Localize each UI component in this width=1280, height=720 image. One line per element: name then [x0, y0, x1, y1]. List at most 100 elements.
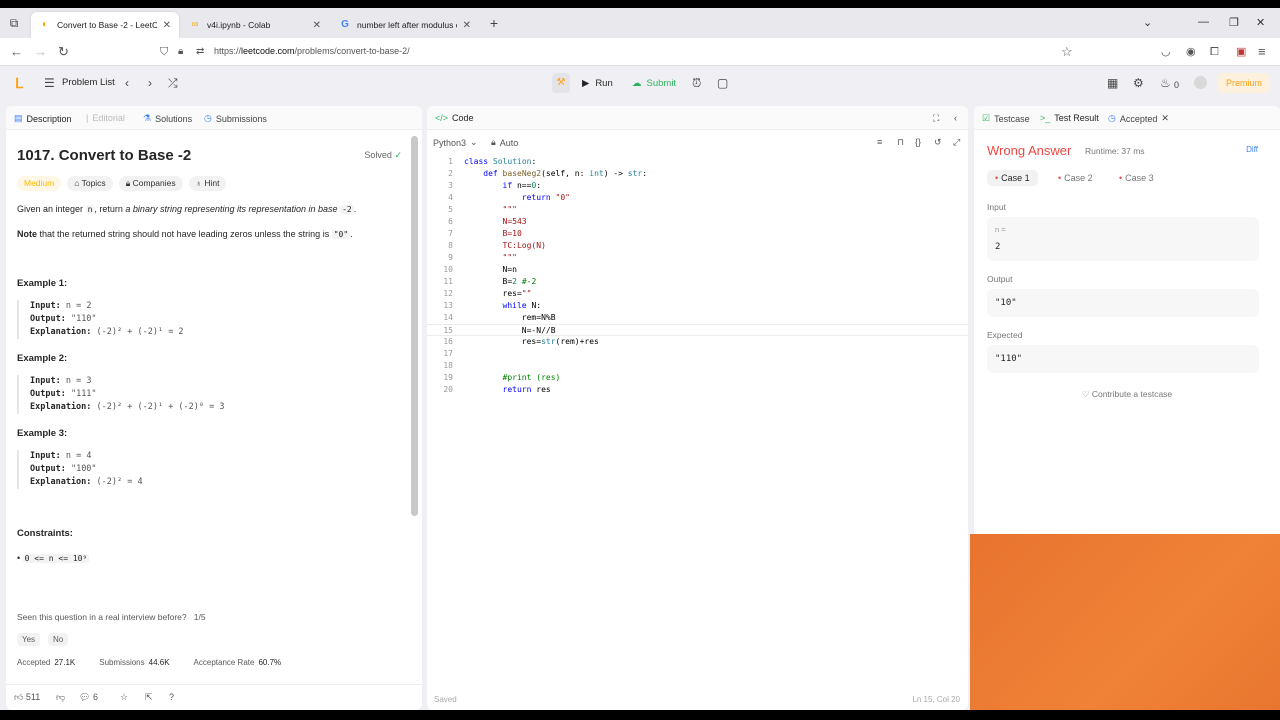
reload-icon[interactable]: ↻ [58, 44, 69, 60]
hint-tag[interactable]: ♁ Hint [188, 176, 227, 191]
submit-button[interactable]: ☁ Submit [626, 73, 682, 93]
diff-toggle[interactable]: Diff [1246, 145, 1258, 154]
cursor-position: Ln 15, Col 20 [912, 695, 960, 704]
line-number: 4 [448, 193, 453, 202]
description-tab-bar: ▤ Description | Editorial ⚗ Solutions ◷ … [6, 106, 422, 130]
share-icon[interactable]: ⇱ [145, 692, 153, 703]
like-button[interactable]: 👍︎ 511 [14, 692, 40, 703]
debugger-icon[interactable]: ⚒ [552, 73, 570, 93]
close-tab-icon[interactable]: ✕ [463, 20, 471, 31]
close-tab-icon[interactable]: ✕ [313, 20, 321, 31]
layout-icon[interactable]: ▦ [1107, 76, 1118, 90]
braces-icon[interactable]: {} [915, 137, 921, 147]
code-line: 14 rem=N%B [427, 312, 968, 324]
tab-accepted[interactable]: ◷ Accepted ✕ [1108, 113, 1169, 124]
format-icon[interactable]: ≡ [877, 137, 882, 147]
auto-mode-toggle[interactable]: 🔒︎ Auto [491, 137, 518, 148]
close-tab-icon[interactable]: ✕ [1161, 113, 1169, 124]
leetcode-logo-icon[interactable]: ᒪ [15, 76, 23, 90]
code-brackets-icon: </> [435, 113, 449, 123]
line-text: N=n [464, 265, 517, 274]
notes-icon[interactable]: ▢ [717, 76, 728, 90]
line-text: #print (res) [464, 373, 561, 382]
timer-icon[interactable]: ⏰︎ [692, 76, 701, 90]
tab-overview-icon[interactable]: ⧉ [6, 15, 22, 31]
line-text: while N: [502, 301, 542, 310]
maximize-icon[interactable]: ⛶ [933, 113, 939, 124]
pocket-icon[interactable]: ◡ [1161, 44, 1171, 60]
extension-icon[interactable]: ▣ [1236, 44, 1246, 60]
tab-submissions[interactable]: ◷ Submissions [204, 113, 267, 124]
case-tab-3[interactable]: • Case 3 [1111, 170, 1162, 186]
settings-gear-icon[interactable]: ⚙ [1133, 76, 1144, 90]
interview-question: Seen this question in a real interview b… [17, 612, 206, 622]
line-number: 19 [443, 373, 453, 382]
code-line: 19 #print (res) [427, 372, 968, 384]
close-window-icon[interactable]: ✕ [1256, 16, 1265, 29]
url-field[interactable]: https://leetcode.com/problems/convert-to… [214, 46, 410, 56]
favorite-star-icon[interactable]: ☆ [120, 692, 128, 703]
companies-tag[interactable]: 🔒︎ Companies [118, 176, 183, 191]
example-output: "111" [70, 389, 97, 399]
new-tab-icon[interactable]: + [486, 15, 502, 31]
output-label: Output [987, 274, 1013, 284]
tab-list-chevron-icon[interactable]: ⌄ [1143, 16, 1152, 29]
case-tab-2[interactable]: • Case 2 [1050, 170, 1101, 186]
topics-tag[interactable]: ⌂ Topics [67, 176, 113, 191]
tab-test-result[interactable]: >_ Test Result [1040, 113, 1099, 123]
expected-value: "110" [995, 354, 1023, 364]
browser-tab-google[interactable]: G number left after modulus calc ✕ [331, 12, 479, 38]
bookmark-star-icon[interactable]: ☆ [1061, 44, 1073, 60]
tab-solutions[interactable]: ⚗ Solutions [143, 113, 192, 124]
expected-label: Expected [987, 330, 1023, 340]
code-editor[interactable]: 1 class Solution: 2 def baseNeg2(self, n:… [427, 156, 968, 396]
tab-description[interactable]: ▤ Description [14, 113, 72, 124]
no-button[interactable]: No [48, 633, 69, 646]
line-number: 2 [448, 169, 453, 178]
description-scrollbar[interactable] [411, 136, 418, 516]
previous-problem-icon[interactable]: ‹ [125, 76, 129, 90]
next-problem-icon[interactable]: › [148, 76, 152, 90]
minimize-icon[interactable]: — [1198, 16, 1209, 28]
bookmark-icon[interactable]: ⊓ [897, 137, 904, 148]
problem-list-icon[interactable]: ☰ [44, 76, 55, 90]
tab-editorial[interactable]: | Editorial [86, 113, 125, 123]
extensions-icon[interactable]: ⧠ [1210, 44, 1219, 60]
browser-tab-leetcode[interactable]: ◐ Convert to Base -2 - LeetCode ✕ [31, 12, 179, 38]
example-explanation: (-2)² + (-2)¹ + (-2)⁰ = 3 [96, 402, 225, 412]
back-icon[interactable]: ← [10, 44, 23, 60]
forward-icon[interactable]: → [34, 44, 47, 60]
contribute-testcase-link[interactable]: ♡ Contribute a testcase [974, 389, 1280, 400]
lock-icon[interactable]: 🔒︎ [178, 44, 183, 60]
menu-icon[interactable]: ≡ [1258, 44, 1266, 60]
fullscreen-icon[interactable]: ⤢ [953, 137, 960, 148]
chevron-down-icon: ⌄ [470, 137, 478, 147]
help-icon[interactable]: ? [169, 692, 174, 702]
desc-text: . [353, 204, 357, 214]
close-tab-icon[interactable]: ✕ [163, 20, 171, 31]
dislike-button[interactable]: 👎︎ [56, 692, 65, 703]
random-problem-icon[interactable]: ⤮ [168, 76, 178, 90]
yes-button[interactable]: Yes [17, 633, 41, 646]
line-number: 8 [448, 241, 453, 250]
case-tab-1[interactable]: • Case 1 [987, 170, 1038, 186]
output-value: "10" [995, 298, 1017, 308]
streak-flame-icon[interactable]: ♨ [1160, 76, 1171, 90]
account-icon[interactable]: ◉ [1186, 44, 1196, 60]
line-text: rem=N%B [464, 313, 556, 322]
run-button[interactable]: ▶ Run [576, 73, 619, 93]
permissions-icon[interactable]: ⇄ [196, 44, 204, 60]
tab-code[interactable]: </> Code [435, 113, 474, 123]
collapse-icon[interactable]: ‹ [954, 113, 957, 123]
premium-button[interactable]: Premium [1218, 73, 1270, 93]
problem-list-link[interactable]: Problem List [62, 77, 115, 88]
comments-button[interactable]: 💬︎ 6 [79, 692, 98, 703]
language-select[interactable]: Python3 ⌄ [433, 137, 478, 148]
browser-tab-colab[interactable]: ∞ v4i.ipynb - Colab ✕ [181, 12, 329, 38]
tracking-shield-icon[interactable]: ⛉ [160, 44, 168, 60]
tab-testcase[interactable]: ☑ Testcase [982, 113, 1030, 124]
avatar[interactable] [1194, 76, 1207, 89]
restore-icon[interactable]: ❐ [1229, 16, 1239, 29]
reset-icon[interactable]: ↺ [934, 137, 942, 148]
run-label: Run [595, 77, 613, 89]
